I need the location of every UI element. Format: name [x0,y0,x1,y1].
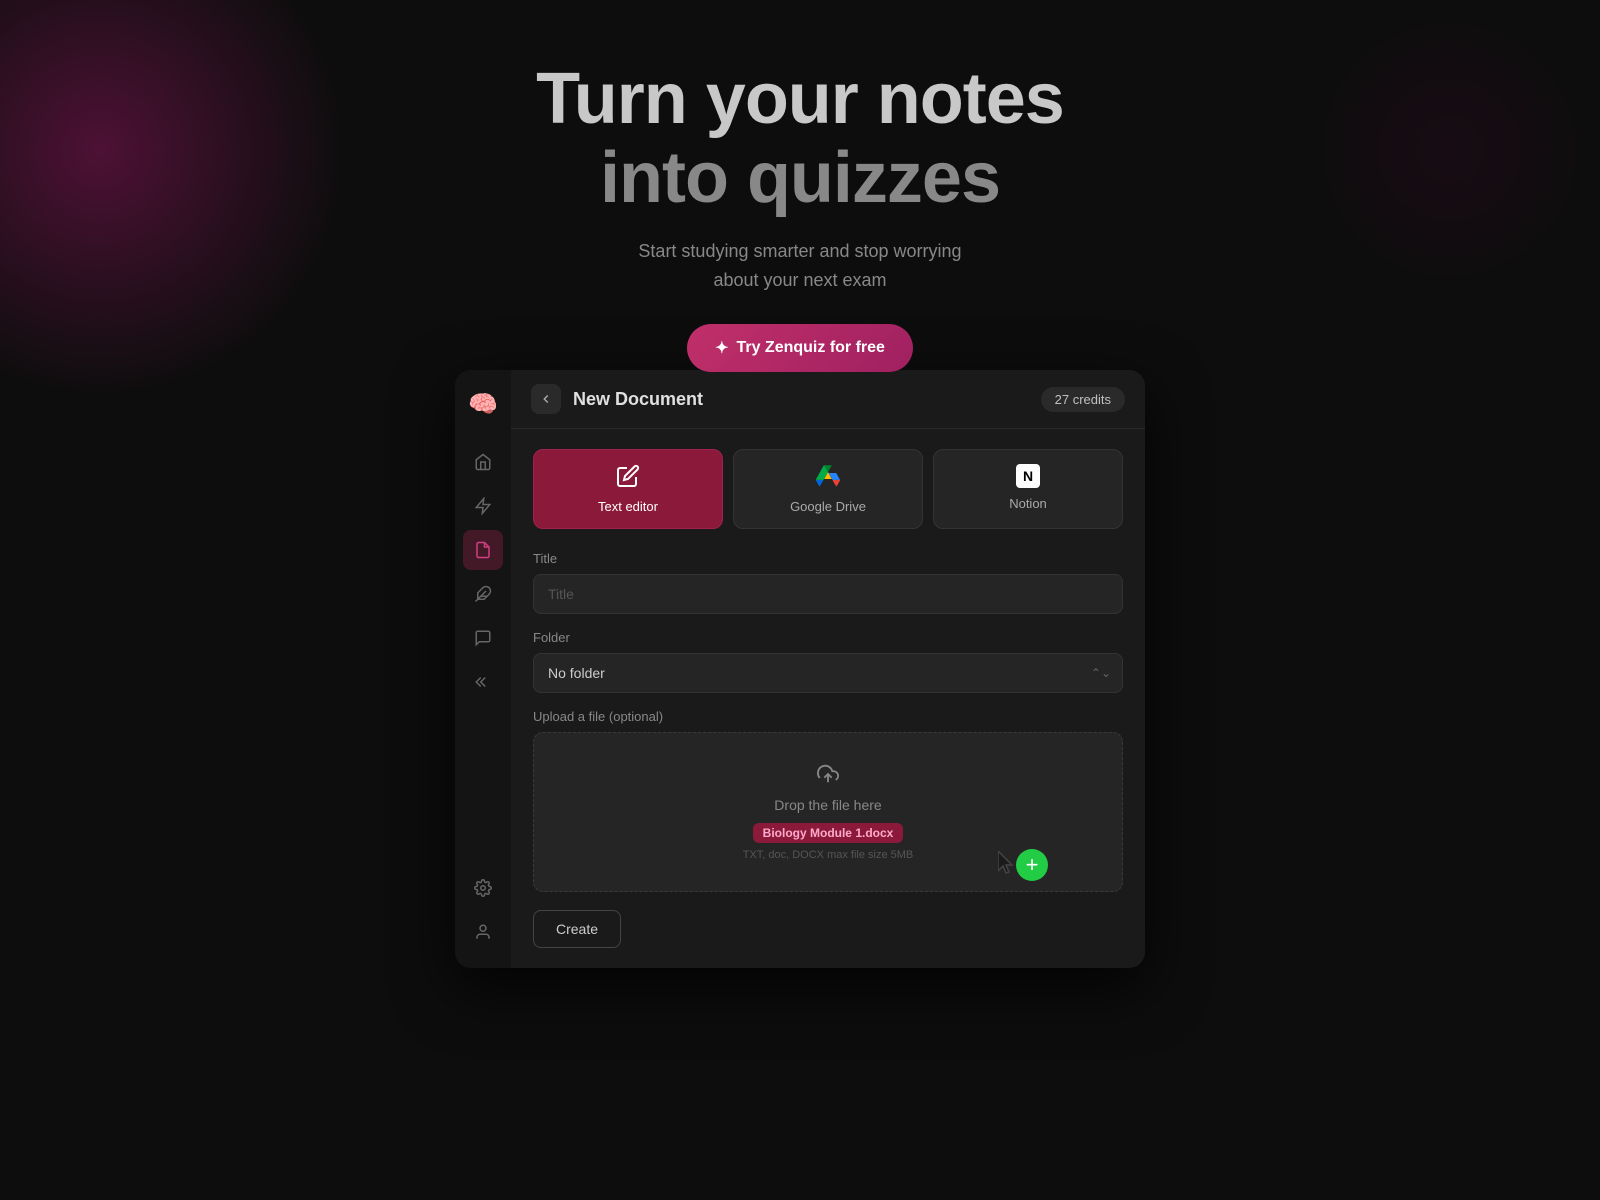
back-button[interactable] [531,384,561,414]
notion-icon: N [1016,464,1040,488]
folder-label: Folder [533,630,1123,645]
chat-icon [474,629,492,647]
sidebar-logo: 🧠 [465,386,501,422]
cta-button[interactable]: ✦ Try Zenquiz for free [687,324,913,372]
app-window: 🧠 [455,370,1145,968]
title-input[interactable] [533,574,1123,614]
create-button[interactable]: Create [533,910,621,948]
back-arrow-icon [539,392,553,406]
cta-label: Try Zenquiz for free [736,339,884,357]
sidebar-item-profile[interactable] [463,912,503,952]
main-content: New Document 27 credits Text editor [511,370,1145,968]
upload-label: Upload a file (optional) [533,709,1123,724]
sidebar-item-collapse[interactable] [463,662,503,702]
header: New Document 27 credits [511,370,1145,429]
hero-title-line1: Turn your notes [536,60,1064,139]
credits-badge: 27 credits [1041,387,1125,412]
folder-select-wrapper: No folder ⌃⌄ [533,653,1123,693]
page-title: New Document [573,389,1041,410]
profile-icon [474,923,492,941]
title-field-group: Title [533,551,1123,630]
sidebar-item-home[interactable] [463,442,503,482]
folder-field-group: Folder No folder ⌃⌄ [533,630,1123,693]
hero-title-line2: into quizzes [600,139,1000,218]
puzzle-icon [474,585,492,603]
document-icon [474,541,492,559]
collapse-icon [474,673,492,691]
upload-file-tag: Biology Module 1.docx [753,823,904,843]
text-editor-icon [616,464,640,491]
sidebar-item-lightning[interactable] [463,486,503,526]
brain-icon: 🧠 [468,390,498,419]
hero-section: Turn your notes into quizzes Start study… [0,60,1600,372]
tab-text-editor-label: Text editor [598,499,658,514]
folder-select[interactable]: No folder [533,653,1123,693]
form-area: Text editor Google Drive [511,429,1145,968]
sidebar-item-settings[interactable] [463,868,503,908]
upload-drop-text: Drop the file here [774,797,881,813]
sidebar-item-puzzle[interactable] [463,574,503,614]
title-label: Title [533,551,1123,566]
upload-subtitle: TXT, doc, DOCX max file size 5MB [743,849,914,861]
create-button-label: Create [556,921,598,937]
tab-notion-label: Notion [1009,496,1047,511]
sidebar: 🧠 [455,370,511,968]
tab-notion[interactable]: N Notion [933,449,1123,529]
tab-google-drive[interactable]: Google Drive [733,449,923,529]
drag-cursor-overlay: + [998,845,1052,877]
upload-section: Upload a file (optional) Drop the file h… [533,709,1123,892]
hero-subtitle-line1: Start studying smarter and stop worrying [638,238,961,265]
tab-google-drive-label: Google Drive [790,499,866,514]
mouse-cursor-icon [998,851,1020,877]
home-icon [474,453,492,471]
tab-text-editor[interactable]: Text editor [533,449,723,529]
hero-subtitle-line2: about your next exam [713,267,886,294]
google-drive-icon [816,464,840,491]
drag-plus-icon: + [1016,849,1048,881]
sidebar-item-document[interactable] [463,530,503,570]
upload-dropzone[interactable]: Drop the file here Biology Module 1.docx… [533,732,1123,892]
lightning-icon [474,497,492,515]
settings-icon [474,879,492,897]
sidebar-item-chat[interactable] [463,618,503,658]
upload-cloud-icon [817,763,839,791]
cta-icon: ✦ [715,338,728,358]
source-tabs: Text editor Google Drive [533,449,1123,529]
